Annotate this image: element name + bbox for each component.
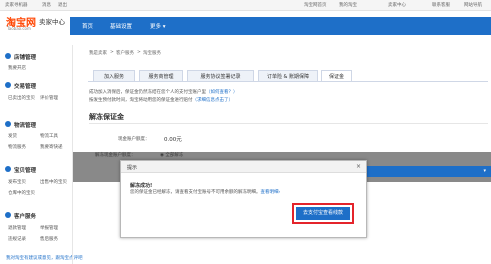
- topbar-user[interactable]: 卖家寻机器: [5, 2, 28, 8]
- chevron-down-icon: ▾: [162, 24, 166, 30]
- dialog-message-title: 解冻成功!: [130, 183, 153, 189]
- sidebar-item-on-sale[interactable]: 出售中的宝贝: [40, 179, 67, 185]
- side-bar-right: ▾: [365, 166, 491, 177]
- sidebar-item-sold[interactable]: 已卖出的宝贝: [8, 95, 35, 101]
- sidebar-item-publish[interactable]: 发布宝贝: [8, 179, 26, 185]
- sidebar-item-violations[interactable]: 违规记录: [8, 236, 26, 242]
- nav-home[interactable]: 首页: [82, 22, 93, 30]
- logo[interactable]: 淘宝网 Taobao.com 卖家中心: [6, 14, 65, 32]
- nav-basic-settings[interactable]: 基础设置: [110, 22, 132, 30]
- breadcrumb-separator: >: [137, 50, 141, 55]
- success-dialog: 提示 × 解冻成功! 您的保证金已经解冻，请查看支付宝账号不可用余额的解冻明细。…: [120, 160, 367, 238]
- notice-text: 按发生预付款时间，淘宝将动用您的保证金进行赔付: [89, 98, 193, 103]
- breadcrumb-separator: >: [110, 50, 114, 55]
- breadcrumb-item: 淘宝服务: [143, 51, 161, 56]
- shop-icon: [5, 53, 11, 59]
- notice-link[interactable]: （求细信息点击了）: [193, 98, 234, 103]
- close-icon[interactable]: ×: [356, 163, 361, 170]
- chevron-down-icon: ▾: [483, 168, 486, 174]
- sidebar-item-express[interactable]: 我要寄快递: [40, 144, 63, 150]
- service-icon: [5, 212, 11, 218]
- topbar-logout[interactable]: 退出: [58, 2, 67, 8]
- sidebar-item-open-shop[interactable]: 我要开店: [8, 65, 26, 71]
- go-to-alipay-button[interactable]: 去支付宝查看线款: [296, 207, 350, 220]
- sidebar-section-goods[interactable]: 宝贝管理: [14, 166, 36, 174]
- view-details-link[interactable]: 查看明细: [261, 190, 279, 195]
- topbar-home[interactable]: 淘宝网首页: [304, 2, 327, 8]
- chevron-right-icon: ›: [278, 190, 281, 195]
- balance-value: 0.00元: [164, 137, 182, 143]
- topbar-service[interactable]: 联系客服: [432, 2, 450, 8]
- sidebar-section-logistics[interactable]: 物流管理: [14, 121, 36, 129]
- sidebar-item-report[interactable]: 举报管理: [40, 225, 58, 231]
- topbar-seller-center[interactable]: 卖家中心: [388, 2, 406, 8]
- top-bar: 卖家寻机器 消息 退出 淘宝网首页 我的淘宝 卖家中心 联系客服 网站导航: [0, 0, 491, 11]
- sidebar-item-rating[interactable]: 评价管理: [40, 95, 58, 101]
- sidebar-section-shop[interactable]: 店铺管理: [14, 53, 36, 61]
- sidebar-item-refund[interactable]: 退款管理: [8, 225, 26, 231]
- logistics-icon: [5, 121, 11, 127]
- notice-text: 成功加入消保后，保证金仍然冻结在您个人的支付宝账户里: [89, 90, 206, 95]
- topbar-messages[interactable]: 消息: [42, 2, 51, 8]
- sidebar-item-after-sale[interactable]: 售后服务: [40, 236, 58, 242]
- topbar-site-nav[interactable]: 网站导航: [464, 2, 482, 8]
- topbar-my-taobao[interactable]: 我的淘宝: [339, 2, 357, 8]
- nav-more[interactable]: 更多 ▾: [150, 22, 166, 30]
- sidebar-section-service[interactable]: 客户服务: [14, 212, 36, 220]
- goods-icon: [5, 166, 11, 172]
- dialog-body-text: 您的保证金已经解冻，请查看支付宝账号不可用余额的解冻明细。: [130, 190, 261, 195]
- main-nav: 首页 基础设置 更多 ▾: [70, 17, 491, 35]
- page-title: 卖家中心: [39, 18, 65, 26]
- breadcrumb-item[interactable]: 客户服务: [116, 50, 134, 56]
- trade-icon: [5, 82, 11, 88]
- section-divider: [89, 123, 488, 124]
- breadcrumb-item[interactable]: 我是卖家: [89, 50, 107, 56]
- section-title: 解冻保证金: [89, 113, 124, 121]
- brand-sub: Taobao.com: [7, 26, 31, 31]
- dialog-header: 提示 ×: [121, 161, 366, 173]
- notice-line-1: 成功加入消保后，保证金仍然冻结在您个人的支付宝账户里（如何查看？）: [89, 89, 238, 95]
- notice-link[interactable]: （如何查看？）: [206, 90, 238, 95]
- sidebar-item-logistics-tools[interactable]: 物流工具: [40, 133, 58, 139]
- balance-label: 现金账户额度：: [118, 137, 150, 142]
- nav-more-label: 更多: [150, 24, 162, 30]
- sidebar-item-ship[interactable]: 发货: [8, 133, 17, 139]
- sidebar: 店铺管理 我要开店 交易管理 已卖出的宝贝 评价管理 物流管理 发货 物流工具 …: [0, 45, 83, 264]
- sidebar-section-trade[interactable]: 交易管理: [14, 82, 36, 90]
- dialog-message-body: 您的保证金已经解冻，请查看支付宝账号不可用余额的解冻明细。查看明细›: [130, 189, 280, 195]
- sidebar-item-logistics-service[interactable]: 物流服务: [8, 144, 26, 150]
- dialog-title: 提示: [127, 165, 138, 171]
- tab-divider: [88, 81, 488, 82]
- sidebar-item-warehouse[interactable]: 仓库中的宝贝: [8, 190, 35, 196]
- notice-line-2: 按发生预付款时间，淘宝将动用您的保证金进行赔付（求细信息点击了）: [89, 97, 233, 103]
